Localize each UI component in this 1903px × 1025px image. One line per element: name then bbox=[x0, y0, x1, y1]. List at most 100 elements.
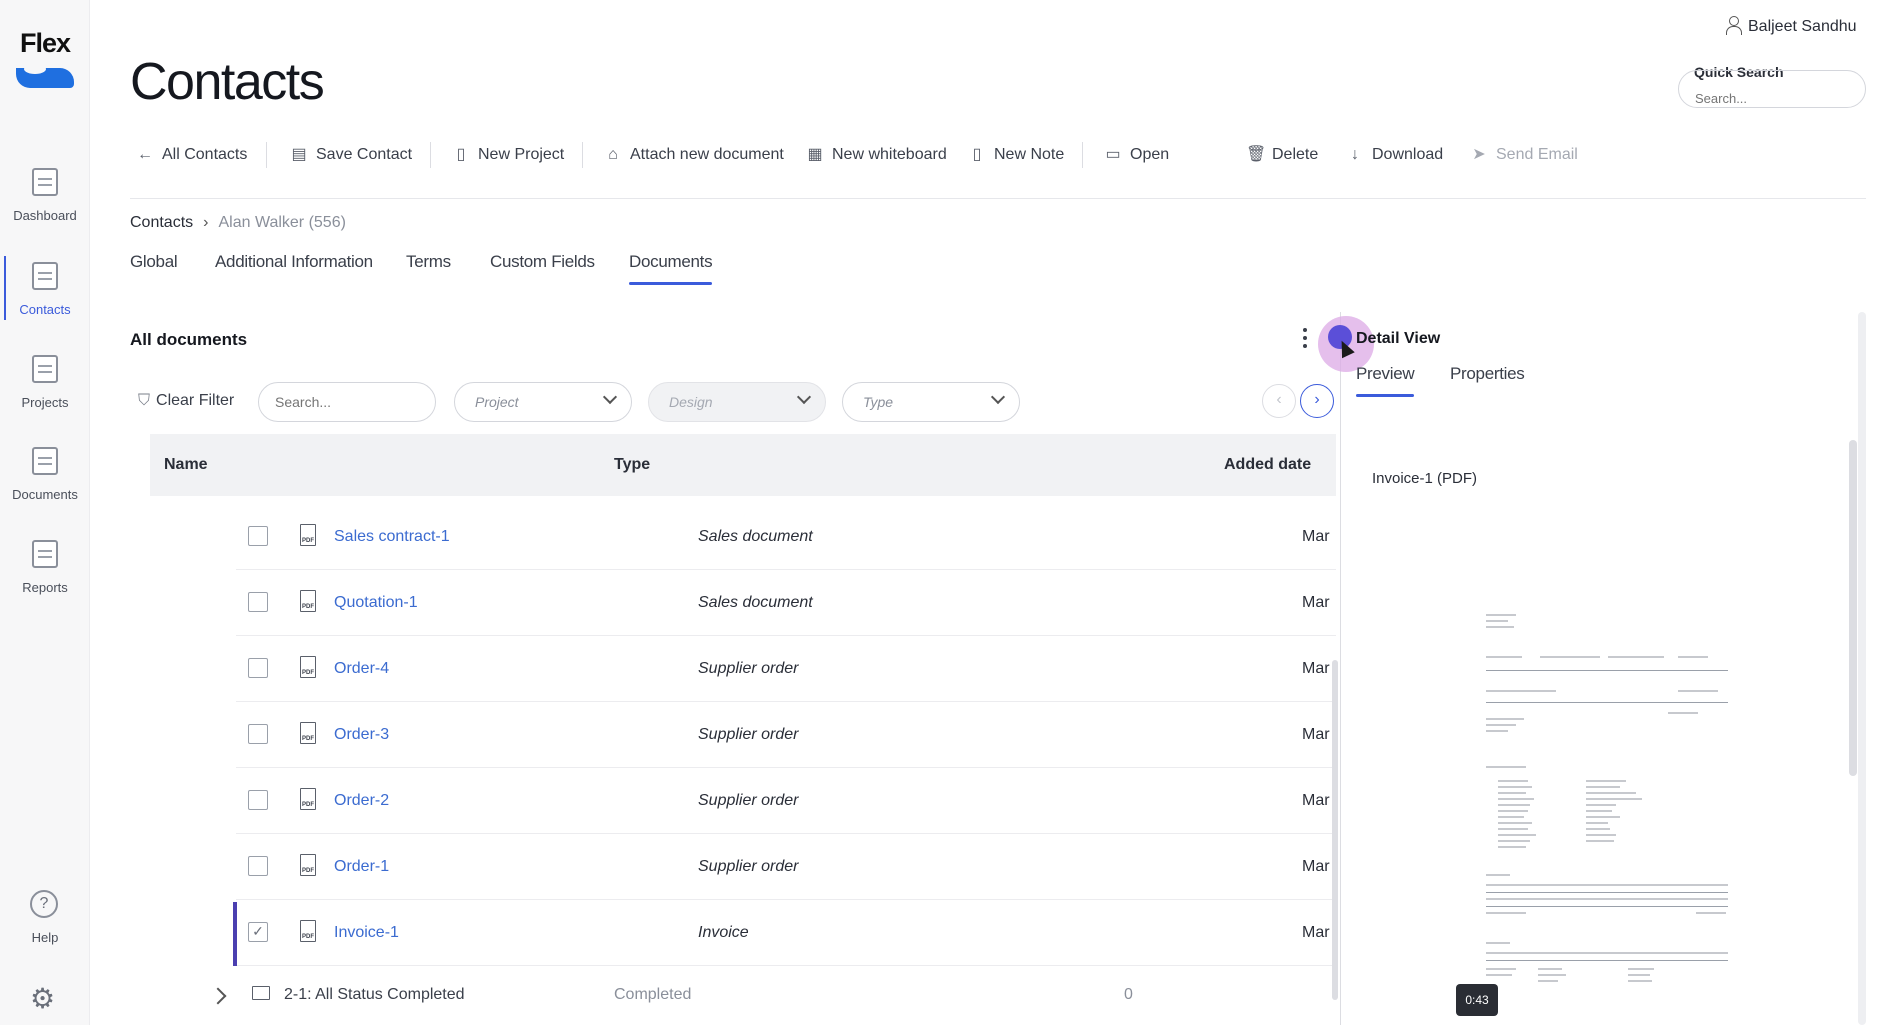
tab-additional-information[interactable]: Additional Information bbox=[215, 252, 373, 272]
sidebar-item-projects[interactable]: Projects bbox=[0, 355, 90, 435]
table-row[interactable]: PDF Quotation-1 Sales document Mar bbox=[236, 570, 1336, 636]
pdf-file-icon: PDF bbox=[300, 656, 316, 678]
user-menu[interactable]: Baljeet Sandhu bbox=[1726, 16, 1857, 36]
design-filter-value: Design bbox=[669, 394, 713, 410]
document-search-input[interactable] bbox=[258, 382, 436, 422]
delete-button[interactable]: 🗑 Delete bbox=[1246, 140, 1318, 170]
clear-filter-button[interactable]: ⛉ Clear Filter bbox=[138, 392, 234, 410]
detail-scrollbar-track[interactable] bbox=[1858, 312, 1866, 1025]
design-filter-select[interactable]: Design bbox=[648, 382, 826, 422]
sidebar-item-documents[interactable]: Documents bbox=[0, 447, 90, 527]
breadcrumb-root[interactable]: Contacts bbox=[130, 214, 193, 231]
chevron-down-icon bbox=[602, 389, 618, 405]
tab-properties[interactable]: Properties bbox=[1450, 364, 1525, 384]
sidebar-item-label: Dashboard bbox=[13, 208, 77, 223]
clear-filter-label: Clear Filter bbox=[156, 392, 235, 409]
new-whiteboard-button[interactable]: ▦ New whiteboard bbox=[806, 140, 946, 170]
sidebar-item-contacts[interactable]: Contacts bbox=[0, 256, 90, 342]
row-checkbox[interactable] bbox=[248, 526, 268, 546]
document-name-link[interactable]: Sales contract-1 bbox=[334, 528, 450, 546]
previous-page-button[interactable]: ‹ bbox=[1262, 384, 1296, 418]
chevron-right-icon[interactable] bbox=[209, 987, 227, 1005]
next-page-button[interactable]: › bbox=[1300, 384, 1334, 418]
row-checkbox[interactable] bbox=[248, 790, 268, 810]
project-filter-select[interactable]: Project bbox=[454, 382, 632, 422]
document-name-link[interactable]: Order-1 bbox=[334, 858, 389, 876]
column-header-type[interactable]: Type bbox=[614, 456, 650, 474]
attach-document-button[interactable]: ⌂ Attach new document bbox=[604, 140, 784, 170]
document-name-link[interactable]: Order-3 bbox=[334, 726, 389, 744]
arrow-left-icon: ← bbox=[137, 146, 153, 163]
document-date: Mar bbox=[1302, 792, 1330, 809]
tab-documents[interactable]: Documents bbox=[629, 252, 713, 285]
document-date: Mar bbox=[1302, 660, 1330, 677]
new-project-button[interactable]: ▯ New Project bbox=[452, 140, 565, 170]
document-name-link[interactable]: Order-2 bbox=[334, 792, 389, 810]
document-date: Mar bbox=[1302, 528, 1330, 545]
column-header-added-date[interactable]: Added date bbox=[1224, 456, 1311, 474]
table-row[interactable]: PDF Sales contract-1 Sales document Mar bbox=[236, 504, 1336, 570]
table-row-selected[interactable]: ✓ PDF Invoice-1 Invoice Mar bbox=[233, 900, 1336, 966]
row-checkbox[interactable] bbox=[248, 724, 268, 744]
whiteboard-icon: ▦ bbox=[807, 146, 823, 163]
row-checkbox-checked[interactable]: ✓ bbox=[248, 922, 268, 942]
pdf-file-icon: PDF bbox=[300, 524, 316, 546]
sidebar-item-label: Projects bbox=[21, 395, 69, 410]
document-name-link[interactable]: Order-4 bbox=[334, 660, 389, 678]
document-type: Supplier order bbox=[698, 726, 799, 743]
row-checkbox[interactable] bbox=[248, 658, 268, 678]
chevron-right-icon: › bbox=[203, 214, 209, 231]
document-type: Invoice bbox=[698, 924, 749, 941]
video-timestamp: 0:43 bbox=[1456, 984, 1498, 1016]
document-name-link[interactable]: Invoice-1 bbox=[334, 924, 399, 942]
folder-icon bbox=[252, 986, 270, 1000]
tab-custom-fields[interactable]: Custom Fields bbox=[490, 252, 595, 272]
row-checkbox[interactable] bbox=[248, 856, 268, 876]
sidebar-item-reports[interactable]: Reports bbox=[0, 540, 90, 620]
gear-icon[interactable]: ⚙ bbox=[30, 985, 55, 1013]
pdf-file-icon: PDF bbox=[300, 854, 316, 876]
table-row[interactable]: PDF Order-2 Supplier order Mar bbox=[236, 768, 1336, 834]
group-row[interactable]: 2-1: All Status Completed Completed 0 bbox=[200, 986, 1336, 1016]
sidebar-item-label: Contacts bbox=[19, 302, 71, 317]
save-contact-button[interactable]: ▤ Save Contact bbox=[290, 140, 412, 170]
download-button[interactable]: ↓ Download bbox=[1346, 140, 1443, 170]
more-options-icon[interactable] bbox=[1300, 326, 1310, 350]
help-label[interactable]: Help bbox=[0, 930, 90, 945]
invoice-preview-thumbnail[interactable] bbox=[1478, 608, 1730, 1025]
table-row[interactable]: PDF Order-1 Supplier order Mar bbox=[236, 834, 1336, 900]
detail-scrollbar-thumb[interactable] bbox=[1849, 440, 1857, 776]
new-note-button[interactable]: ▯ New Note bbox=[968, 140, 1065, 170]
tab-terms[interactable]: Terms bbox=[406, 252, 451, 272]
quick-search-input[interactable] bbox=[1678, 70, 1866, 108]
user-name: Baljeet Sandhu bbox=[1748, 18, 1857, 35]
all-contacts-label: All Contacts bbox=[162, 146, 248, 163]
breadcrumb-current: Alan Walker (556) bbox=[218, 214, 346, 231]
table-scrollbar[interactable] bbox=[1332, 660, 1338, 1000]
new-project-icon: ▯ bbox=[456, 146, 466, 163]
send-email-button[interactable]: ➤ Send Email bbox=[1470, 140, 1578, 170]
tab-global[interactable]: Global bbox=[130, 252, 178, 272]
row-checkbox[interactable] bbox=[248, 592, 268, 612]
open-button[interactable]: ▭ Open bbox=[1104, 140, 1169, 170]
column-header-name[interactable]: Name bbox=[164, 456, 208, 474]
toolbar-divider-line bbox=[130, 198, 1866, 199]
group-name: 2-1: All Status Completed bbox=[284, 986, 465, 1003]
sidebar-item-dashboard[interactable]: Dashboard bbox=[0, 168, 90, 248]
tab-preview[interactable]: Preview bbox=[1356, 364, 1415, 397]
type-filter-select[interactable]: Type bbox=[842, 382, 1020, 422]
detail-view-title: Detail View bbox=[1356, 330, 1441, 347]
document-name-link[interactable]: Quotation-1 bbox=[334, 594, 418, 612]
pdf-file-icon: PDF bbox=[300, 788, 316, 810]
all-contacts-button[interactable]: ← All Contacts bbox=[136, 140, 247, 170]
table-row[interactable]: PDF Order-4 Supplier order Mar bbox=[236, 636, 1336, 702]
group-count: 0 bbox=[1124, 986, 1133, 1003]
flex-logo[interactable]: Flex bbox=[14, 28, 76, 92]
type-filter-value: Type bbox=[863, 394, 894, 410]
help-icon[interactable]: ? bbox=[30, 890, 58, 918]
attach-document-label: Attach new document bbox=[630, 146, 784, 163]
user-icon bbox=[1726, 16, 1742, 35]
document-date: Mar bbox=[1302, 726, 1330, 743]
table-row[interactable]: PDF Order-3 Supplier order Mar bbox=[236, 702, 1336, 768]
table-header: Name Type Added date bbox=[150, 434, 1336, 496]
